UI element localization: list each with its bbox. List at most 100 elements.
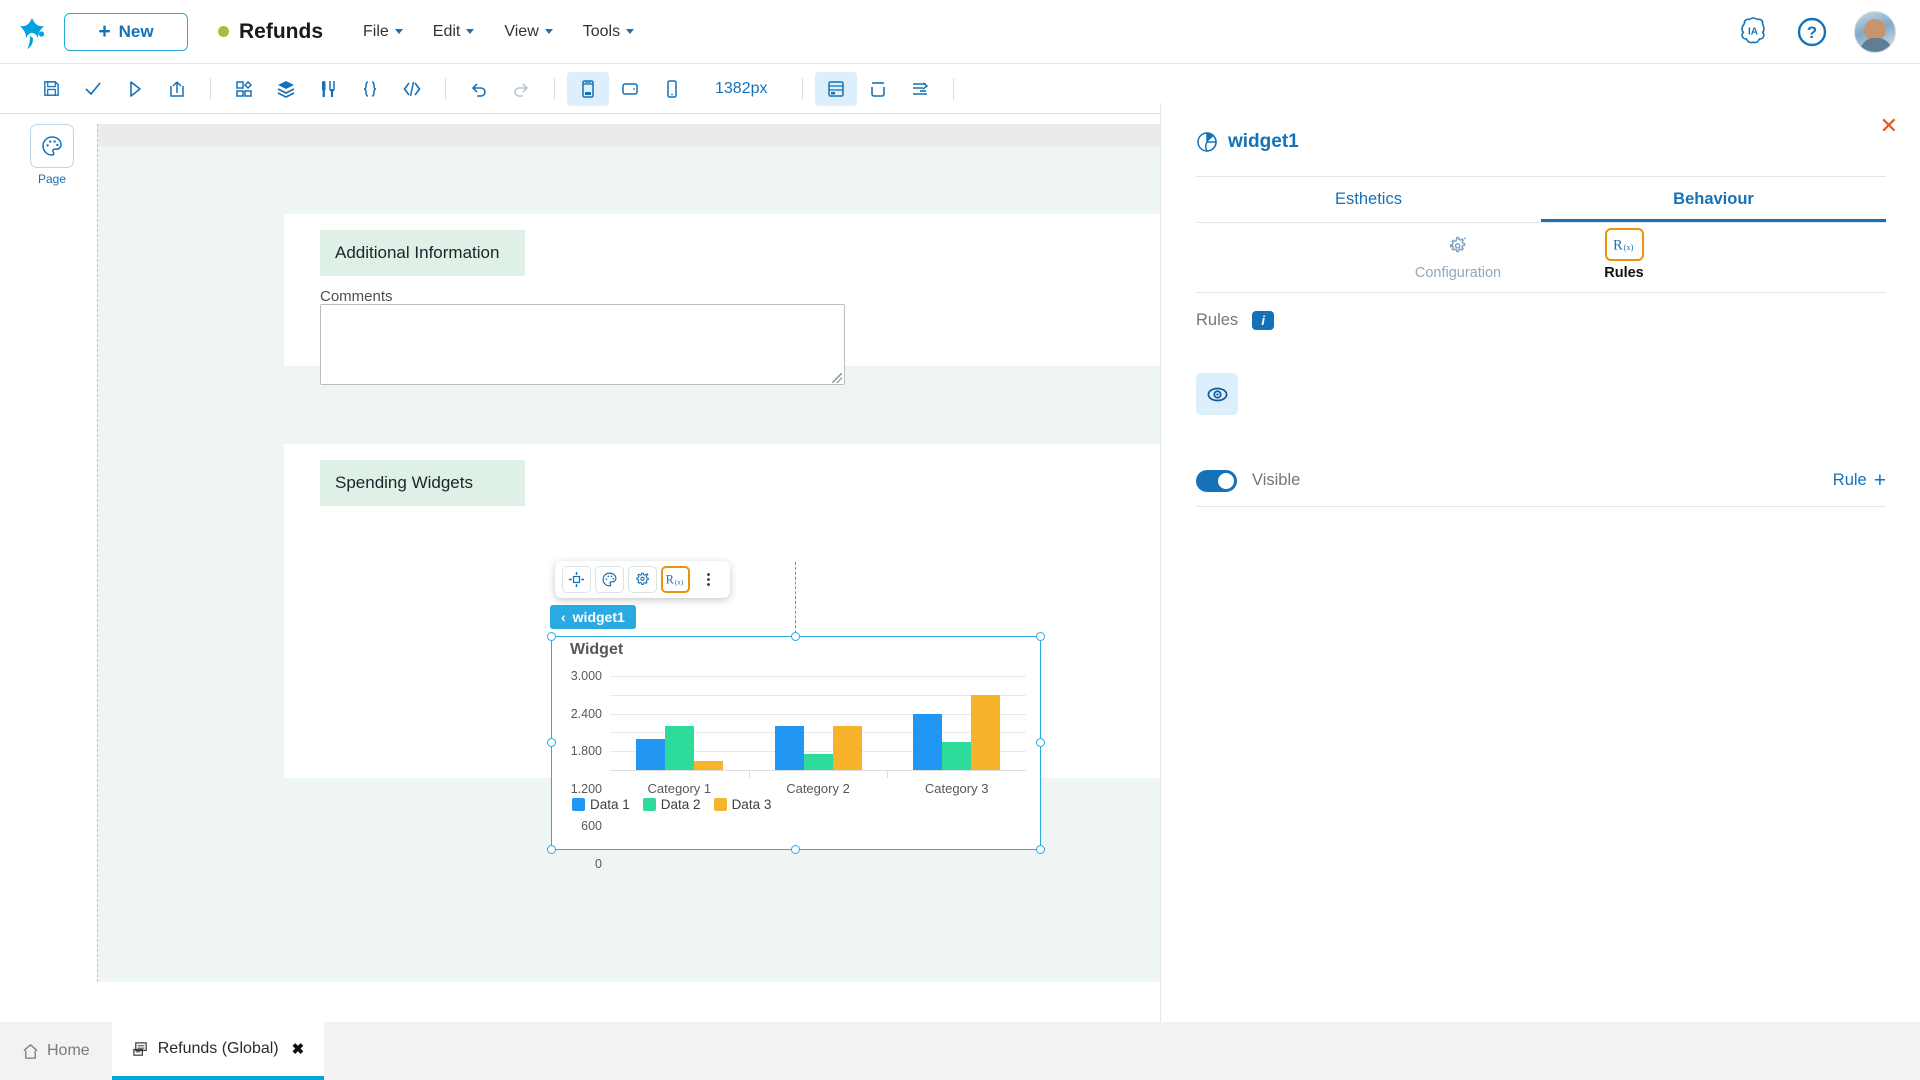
comments-label: Comments	[320, 288, 393, 305]
add-rule-button[interactable]: Rule +	[1833, 470, 1886, 491]
chevron-down-icon	[466, 29, 474, 34]
components-grid-icon[interactable]	[223, 72, 265, 106]
move-icon[interactable]	[562, 566, 591, 593]
tab-behaviour-label: Behaviour	[1673, 190, 1754, 209]
resize-handle-middle-right[interactable]	[1036, 738, 1045, 747]
subtab-configuration[interactable]: Configuration	[1398, 226, 1518, 281]
panel-subtabs: Configuration R(x) Rules	[1196, 226, 1886, 293]
more-options-icon[interactable]	[694, 566, 723, 593]
menu-edit[interactable]: Edit	[433, 23, 475, 41]
container-icon[interactable]	[857, 72, 899, 106]
legend-label: Data 3	[732, 797, 772, 812]
eye-icon	[1206, 383, 1229, 406]
chart-y-tick: 0	[595, 857, 602, 871]
toolbar-divider	[953, 78, 954, 100]
desktop-view-icon[interactable]	[567, 72, 609, 106]
resize-handle-bottom-left[interactable]	[547, 845, 556, 854]
widget-badge-label: widget1	[573, 609, 625, 625]
tablet-view-icon[interactable]	[609, 72, 651, 106]
company-logo-icon[interactable]	[0, 14, 64, 50]
publish-share-icon[interactable]	[156, 72, 198, 106]
resize-grip-icon[interactable]	[832, 373, 842, 383]
toggle-knob	[1218, 473, 1234, 489]
settings-sparkle-icon	[1439, 228, 1478, 261]
ia-assistant-icon[interactable]: IA	[1736, 15, 1770, 49]
visible-toggle[interactable]	[1196, 470, 1237, 492]
legend-swatch	[572, 798, 585, 811]
palette-icon[interactable]	[595, 566, 624, 593]
resize-handle-middle-left[interactable]	[547, 738, 556, 747]
viewport-width-value[interactable]: 1382px	[693, 80, 790, 98]
menu-view[interactable]: View	[504, 23, 552, 41]
menu-edit-label: Edit	[433, 23, 461, 41]
properties-panel: ✕ widget1 Esthetics Behaviour Configurat…	[1160, 103, 1920, 1022]
alignment-guide-vertical	[795, 562, 796, 638]
json-braces-icon[interactable]	[349, 72, 391, 106]
chart-gridline: 2.400	[610, 695, 1026, 696]
new-button[interactable]: + New	[64, 13, 188, 51]
redo-icon[interactable]	[500, 72, 542, 106]
subtab-configuration-label: Configuration	[1398, 265, 1518, 281]
tab-esthetics[interactable]: Esthetics	[1196, 177, 1541, 222]
section-heading: Additional Information	[320, 230, 525, 276]
form-icon	[132, 1041, 149, 1058]
chart-y-tick: 1.800	[571, 744, 602, 758]
code-brackets-icon[interactable]	[391, 72, 433, 106]
info-icon[interactable]: i	[1252, 311, 1274, 330]
bottom-tab-refunds-label: Refunds (Global)	[158, 1040, 279, 1058]
palette-icon	[30, 124, 74, 168]
undo-icon[interactable]	[458, 72, 500, 106]
settings-icon[interactable]	[628, 566, 657, 593]
validate-check-icon[interactable]	[72, 72, 114, 106]
svg-text:(x): (x)	[1623, 242, 1633, 252]
new-button-label: New	[119, 22, 154, 42]
panel-title: widget1	[1196, 131, 1299, 153]
menu-file[interactable]: File	[363, 23, 403, 41]
resize-handle-top-right[interactable]	[1036, 632, 1045, 641]
chart-y-tick: 1.200	[571, 782, 602, 796]
save-icon[interactable]	[30, 72, 72, 106]
menu-file-label: File	[363, 23, 389, 41]
help-icon[interactable]: ?	[1796, 16, 1828, 48]
mobile-view-icon[interactable]	[651, 72, 693, 106]
grid-layout-icon[interactable]	[815, 72, 857, 106]
panel-title-label: widget1	[1228, 131, 1299, 153]
chart-tick-mark	[887, 771, 888, 778]
chevron-down-icon	[626, 29, 634, 34]
resize-handle-top-left[interactable]	[547, 632, 556, 641]
layers-icon[interactable]	[265, 72, 307, 106]
rules-rx-icon: R(x)	[1605, 228, 1644, 261]
visibility-rule-button[interactable]	[1196, 373, 1238, 415]
page-tool-button[interactable]: Page	[30, 124, 74, 186]
chart-bar	[833, 726, 862, 770]
toolbar-divider	[445, 78, 446, 100]
comments-textarea[interactable]	[320, 304, 845, 385]
chart-tick-mark	[749, 771, 750, 778]
align-icon[interactable]	[899, 72, 941, 106]
chart-bar	[665, 726, 694, 770]
resize-handle-bottom-center[interactable]	[791, 845, 800, 854]
data-sources-icon[interactable]	[307, 72, 349, 106]
widget-float-toolbar: R(x)	[555, 561, 730, 598]
visible-label: Visible	[1252, 471, 1300, 490]
close-icon[interactable]: ✕	[1880, 115, 1898, 137]
resize-handle-top-center[interactable]	[791, 632, 800, 641]
menu-tools[interactable]: Tools	[583, 23, 634, 41]
widget-selection-badge[interactable]: ‹ widget1	[550, 605, 636, 629]
bottom-tab-home[interactable]: Home	[0, 1022, 112, 1080]
selected-widget-chart[interactable]: Widget 3.0002.4001.8001.2006000Category …	[551, 636, 1041, 850]
tab-behaviour[interactable]: Behaviour	[1541, 177, 1886, 222]
menu-view-label: View	[504, 23, 538, 41]
rules-rx-icon[interactable]: R(x)	[661, 566, 690, 593]
chart-legend-item: Data 3	[714, 797, 772, 812]
menu-tools-label: Tools	[583, 23, 620, 41]
run-play-icon[interactable]	[114, 72, 156, 106]
chart-x-label: Category 2	[786, 781, 850, 796]
avatar[interactable]	[1854, 11, 1896, 53]
chart-bar	[636, 739, 665, 770]
close-icon[interactable]: ✖	[292, 1040, 305, 1058]
plus-icon: +	[1874, 470, 1886, 491]
subtab-rules[interactable]: R(x) Rules	[1564, 226, 1684, 281]
resize-handle-bottom-right[interactable]	[1036, 845, 1045, 854]
bottom-tab-refunds[interactable]: Refunds (Global) ✖	[112, 1022, 325, 1080]
